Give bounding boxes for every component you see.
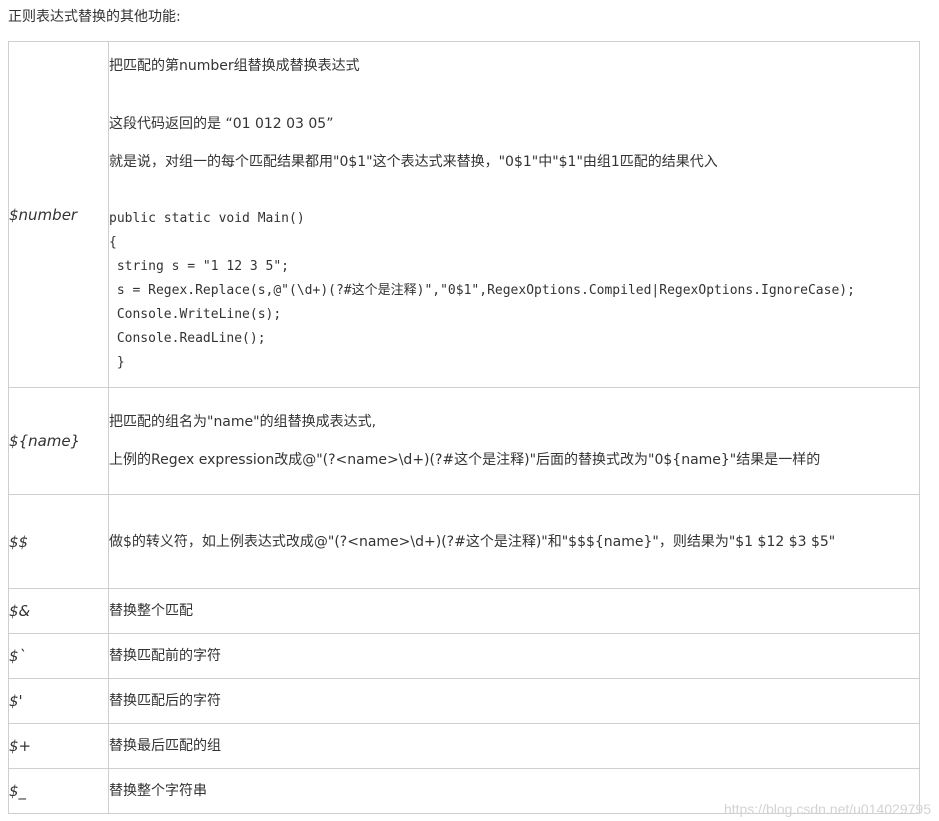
table-row: $& 替换整个匹配	[8, 588, 920, 634]
code-line: {	[109, 234, 117, 250]
code-line: s = Regex.Replace(s,@"(\d+)(?#这个是注释)","0…	[109, 282, 855, 298]
description-cell: 把匹配的组名为"name"的组替换成表达式, 上例的Regex expressi…	[108, 387, 920, 495]
description-cell: 替换整个匹配	[108, 588, 920, 634]
table-row: $$ 做$的转义符，如上例表达式改成@"(?<name>\d+)(?#这个是注释…	[8, 494, 920, 589]
code-line: }	[109, 354, 125, 370]
code-block: public static void Main() { string s = "…	[109, 207, 919, 375]
symbol-cell: $`	[8, 633, 109, 679]
table-row: ${name} 把匹配的组名为"name"的组替换成表达式, 上例的Regex …	[8, 387, 920, 495]
substitution-table: $number 把匹配的第number组替换成替换表达式 这段代码返回的是 “0…	[8, 41, 920, 814]
description-cell: 替换匹配后的字符	[108, 678, 920, 724]
description-cell: 把匹配的第number组替换成替换表达式 这段代码返回的是 “01 012 03…	[108, 41, 920, 388]
table-row: $number 把匹配的第number组替换成替换表达式 这段代码返回的是 “0…	[8, 41, 920, 388]
symbol-cell: $number	[8, 41, 109, 388]
intro-text: 正则表达式替换的其他功能:	[8, 9, 181, 25]
symbol-cell: $'	[8, 678, 109, 724]
returns-text: 这段代码返回的是 “01 012 03 05”	[109, 115, 334, 132]
code-line: Console.ReadLine();	[109, 330, 266, 346]
description-text: 把匹配的第number组替换成替换表达式	[109, 57, 360, 74]
symbol-cell: $&	[8, 588, 109, 634]
code-line: public static void Main()	[109, 210, 305, 226]
table-row: $' 替换匹配后的字符	[8, 678, 920, 724]
table-row: $+ 替换最后匹配的组	[8, 723, 920, 769]
symbol-cell: $$	[8, 494, 109, 589]
description-text: 做$的转义符，如上例表达式改成@"(?<name>\d+)(?#这个是注释)"和…	[109, 533, 836, 550]
explain-text: 就是说，对组一的每个匹配结果都用"0$1"这个表达式来替换，"0$1"中"$1"…	[109, 153, 718, 170]
description-text: 把匹配的组名为"name"的组替换成表达式,	[109, 414, 377, 430]
symbol-cell: $+	[8, 723, 109, 769]
symbol-cell: $_	[8, 768, 109, 814]
symbol-cell: ${name}	[8, 387, 109, 495]
code-line: Console.WriteLine(s);	[109, 306, 282, 322]
description-cell: 替换匹配前的字符	[108, 633, 920, 679]
description-cell: 做$的转义符，如上例表达式改成@"(?<name>\d+)(?#这个是注释)"和…	[108, 494, 920, 589]
description-text-2: 上例的Regex expression改成@"(?<name>\d+)(?#这个…	[109, 452, 821, 468]
watermark: https://blog.csdn.net/u014029795	[723, 801, 931, 817]
description-cell: 替换最后匹配的组	[108, 723, 920, 769]
table-row: $` 替换匹配前的字符	[8, 633, 920, 679]
code-line: string s = "1 12 3 5";	[109, 258, 290, 274]
